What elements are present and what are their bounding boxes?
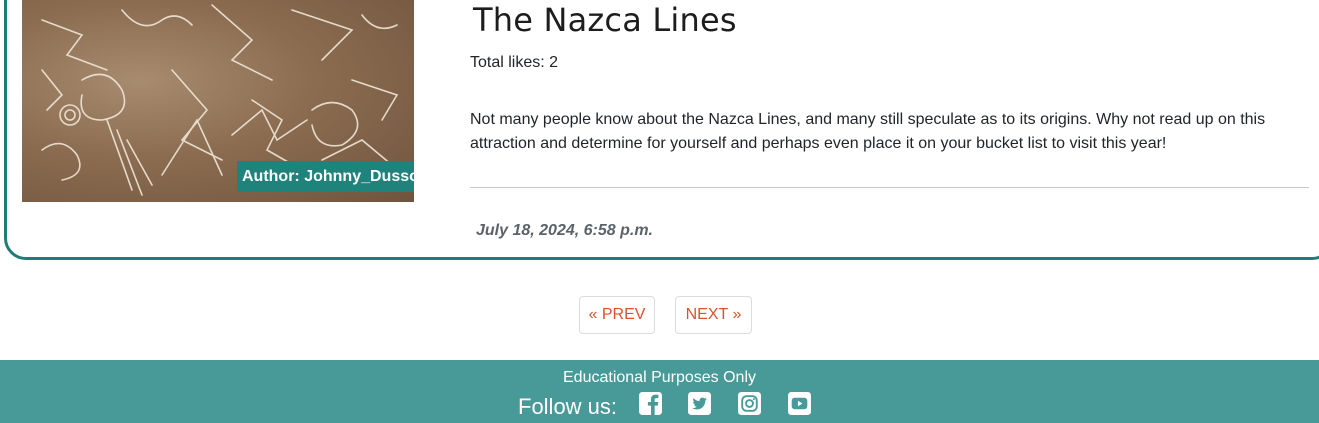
footer: Educational Purposes Only Follow us:: [0, 360, 1319, 423]
post-image[interactable]: Author: Johnny_Dussot: [22, 0, 414, 202]
post-title[interactable]: The Nazca Lines: [473, 0, 737, 40]
divider: [470, 187, 1309, 188]
twitter-icon[interactable]: [687, 391, 712, 416]
follow-us-label: Follow us:: [518, 394, 618, 419]
author-badge: Author: Johnny_Dussot: [237, 161, 414, 192]
youtube-icon[interactable]: [787, 391, 812, 416]
post-date: July 18, 2024, 6:58 p.m.: [476, 222, 653, 239]
footer-note: Educational Purposes Only: [563, 369, 756, 386]
post-description: Not many people know about the Nazca Lin…: [470, 111, 1266, 152]
prev-page-button[interactable]: « PREV: [579, 296, 655, 334]
instagram-icon[interactable]: [737, 391, 762, 416]
next-page-button[interactable]: NEXT »: [675, 296, 752, 334]
total-likes: Total likes: 2: [470, 54, 559, 71]
facebook-icon[interactable]: [638, 391, 663, 416]
